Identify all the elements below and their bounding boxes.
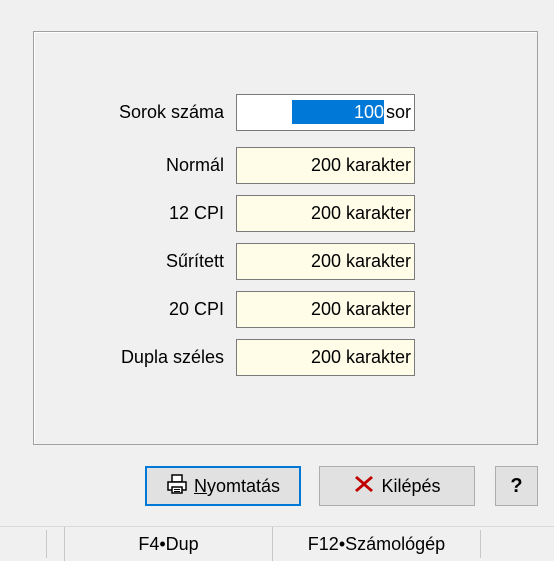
rows-count-value: 100 — [291, 100, 384, 124]
field-row-20cpi: 20 CPI 200 karakter — [0, 291, 554, 328]
field-value-12cpi[interactable]: 200 karakter — [236, 195, 415, 232]
help-button[interactable]: ? — [495, 466, 538, 506]
field-row-12cpi: 12 CPI 200 karakter — [0, 195, 554, 232]
field-value-condensed[interactable]: 200 karakter — [236, 243, 415, 280]
status-f4-dup[interactable]: F4•Dup — [64, 527, 272, 561]
question-icon: ? — [510, 474, 523, 497]
status-separator-end — [480, 530, 481, 558]
field-row-normal: Normál 200 karakter — [0, 147, 554, 184]
status-separator — [46, 530, 47, 558]
field-value-double-wide[interactable]: 200 karakter — [236, 339, 415, 376]
rows-count-unit: sor — [385, 102, 411, 122]
field-label-normal: Normál — [165, 155, 224, 175]
status-f12-calculator[interactable]: F12•Számológép — [272, 527, 480, 561]
print-settings-dialog: Sorok száma 100 sor Normál 200 karakter 1… — [0, 0, 554, 561]
field-label-12cpi: 12 CPI — [168, 203, 224, 223]
field-value-normal[interactable]: 200 karakter — [236, 147, 415, 184]
exit-button-label: Kilépés — [381, 475, 441, 496]
field-label-20cpi: 20 CPI — [168, 299, 224, 319]
field-row-double-wide: Dupla széles 200 karakter — [0, 339, 554, 376]
rows-count-label: Sorok száma — [118, 102, 224, 122]
field-value-20cpi[interactable]: 200 karakter — [236, 291, 415, 328]
printer-icon — [166, 473, 188, 500]
field-label-condensed: Sűrített — [165, 251, 224, 271]
field-label-double-wide: Dupla széles — [120, 347, 224, 367]
red-x-icon — [353, 473, 375, 500]
print-button-label: Nyomtatás — [193, 475, 281, 496]
print-button[interactable]: Nyomtatás — [145, 466, 301, 506]
exit-button[interactable]: Kilépés — [319, 466, 475, 506]
field-row-condensed: Sűrített 200 karakter — [0, 243, 554, 280]
rows-count-row: Sorok száma 100 sor — [0, 94, 554, 131]
status-bar: F4•Dup F12•Számológép — [0, 526, 554, 561]
rows-count-input[interactable]: 100 sor — [236, 94, 415, 131]
